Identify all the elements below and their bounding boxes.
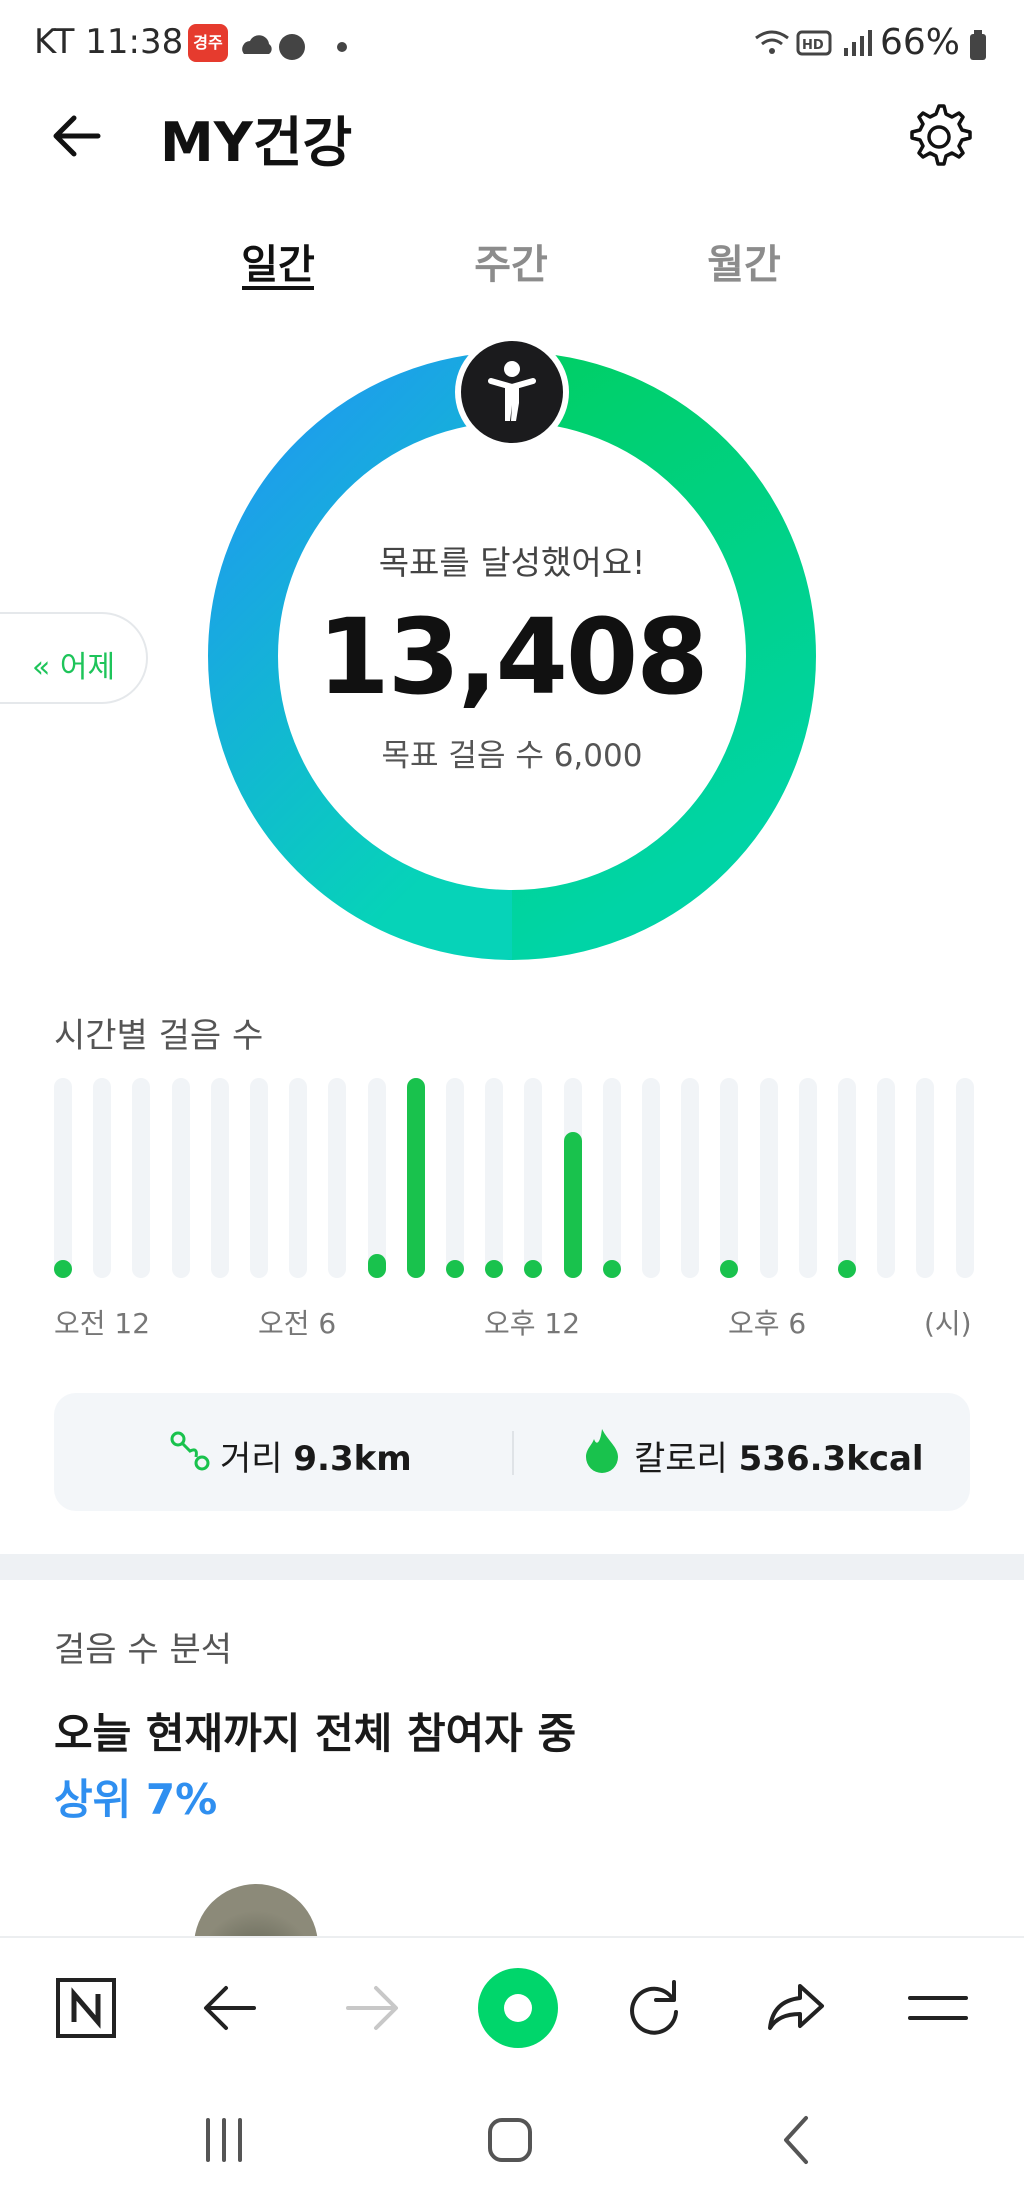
chart-track	[760, 1078, 778, 1278]
chart-track	[132, 1078, 150, 1278]
status-weather-icons	[242, 34, 347, 60]
refresh-icon[interactable]	[614, 1968, 694, 2048]
chart-track	[54, 1078, 72, 1278]
tick-label: 오후 6	[728, 1307, 807, 1340]
menu-icon[interactable]	[898, 1968, 978, 2048]
status-app-badge: 경주	[188, 24, 228, 62]
tab-active-underline	[242, 286, 314, 290]
tick-label: 오전 6	[258, 1307, 337, 1340]
chart-track	[838, 1078, 856, 1278]
chart-track	[172, 1078, 190, 1278]
home-green-icon[interactable]	[470, 1960, 566, 2056]
chart-bar	[485, 1260, 503, 1278]
chart-bar	[720, 1260, 738, 1278]
chart-bar	[407, 1078, 425, 1278]
goal-achieved-message: 목표를 달성했어요!	[378, 543, 646, 582]
chart-bar	[54, 1260, 72, 1278]
chart-bar	[838, 1260, 856, 1278]
chart-track	[916, 1078, 934, 1278]
distance-label: 거리	[220, 1439, 283, 1479]
distance-value: 9.3km	[293, 1439, 412, 1479]
chart-bar	[603, 1260, 621, 1278]
gear-icon[interactable]	[900, 98, 978, 176]
chart-track	[877, 1078, 895, 1278]
flame-icon	[586, 1429, 618, 1473]
system-nav-bar	[0, 2076, 1024, 2196]
chart-track	[799, 1078, 817, 1278]
status-bar: KT 11:38 경주 HD 66%	[0, 0, 1024, 90]
chart-track	[368, 1078, 386, 1278]
chart-bar	[368, 1254, 386, 1278]
chart-track	[720, 1078, 738, 1278]
chart-bar	[564, 1132, 582, 1278]
chart-track	[446, 1078, 464, 1278]
naver-n-icon[interactable]	[46, 1968, 126, 2048]
tick-label: 오전 12	[54, 1307, 151, 1340]
stats-divider	[512, 1431, 514, 1475]
person-walking-icon	[455, 335, 569, 449]
chart-track	[250, 1078, 268, 1278]
chart-track	[603, 1078, 621, 1278]
tab-daily[interactable]: 일간	[218, 232, 338, 290]
tab-monthly[interactable]: 월간	[684, 232, 804, 290]
yesterday-label: « 어제	[32, 650, 116, 685]
hourly-steps-label: 시간별 걸음 수	[54, 1016, 264, 1056]
chart-track	[93, 1078, 111, 1278]
stats-card: 거리 9.3km 칼로리 536.3kcal	[54, 1393, 970, 1511]
calorie-label: 칼로리	[634, 1439, 728, 1479]
analysis-rank: 상위 7%	[54, 1775, 218, 1824]
analysis-label: 걸음 수 분석	[54, 1630, 233, 1670]
home-icon[interactable]	[470, 2100, 550, 2180]
chart-bar	[446, 1260, 464, 1278]
chart-track	[956, 1078, 974, 1278]
chart-track	[681, 1078, 699, 1278]
goal-steps-text: 목표 걸음 수 6,000	[381, 738, 643, 774]
arrow-left-icon[interactable]	[46, 104, 110, 168]
chart-track	[211, 1078, 229, 1278]
tick-label: 오후 12	[484, 1307, 581, 1340]
recent-apps-icon[interactable]	[184, 2100, 264, 2180]
page-title: MY건강	[160, 111, 353, 174]
status-signal-icons: HD	[755, 30, 872, 56]
hourly-steps-chart	[54, 1078, 974, 1278]
chart-track	[328, 1078, 346, 1278]
chart-track	[524, 1078, 542, 1278]
status-battery-text: 66%	[880, 22, 961, 63]
share-icon[interactable]	[756, 1968, 836, 2048]
route-icon	[170, 1431, 210, 1471]
yesterday-button[interactable]: « 어제	[0, 612, 148, 704]
browser-toolbar	[0, 1936, 1024, 2078]
chart-track	[289, 1078, 307, 1278]
step-count: 13,408	[317, 596, 708, 718]
status-carrier-time: KT 11:38	[34, 22, 184, 62]
nav-back-icon[interactable]	[758, 2100, 838, 2180]
calorie-value: 536.3kcal	[738, 1439, 924, 1479]
chart-bar	[524, 1260, 542, 1278]
chart-track	[642, 1078, 660, 1278]
ring-summary: 목표를 달성했어요! 13,408 목표 걸음 수 6,000	[317, 476, 708, 836]
svg-text:HD: HD	[802, 38, 824, 53]
section-separator	[0, 1554, 1024, 1580]
tick-label: (시)	[924, 1307, 972, 1340]
back-arrow-icon[interactable]	[190, 1968, 270, 2048]
forward-arrow-icon[interactable]	[332, 1968, 412, 2048]
battery-icon	[970, 30, 986, 60]
analysis-title: 오늘 현재까지 전체 참여자 중	[54, 1709, 577, 1758]
tab-weekly[interactable]: 주간	[451, 232, 571, 290]
chart-track	[485, 1078, 503, 1278]
